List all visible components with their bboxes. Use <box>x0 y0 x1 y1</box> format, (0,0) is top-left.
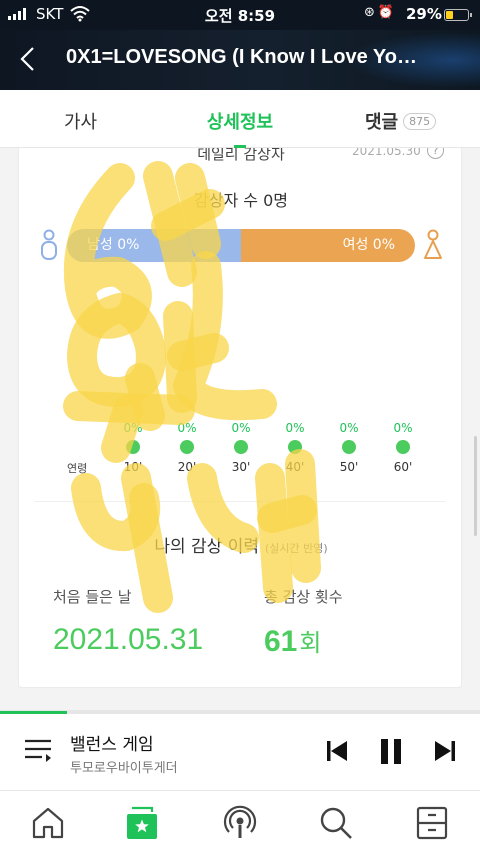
section-divider <box>35 501 445 502</box>
male-person-icon <box>41 229 57 260</box>
total-plays-count: 61 <box>264 625 298 658</box>
female-person-icon <box>424 229 442 259</box>
storage-icon[interactable] <box>124 805 160 841</box>
first-listen-label: 처음 들은 날 <box>53 588 132 606</box>
age-tick-label: 60' <box>393 460 413 474</box>
total-plays-value: 61회 <box>264 623 321 659</box>
home-icon[interactable] <box>30 805 66 841</box>
history-heading: 나의 감상 이력 (실시간 반영) <box>19 532 463 557</box>
song-header: 0X1=LOVESONG (I Know I Love You) feat. S… <box>0 30 480 90</box>
podcast-icon[interactable] <box>222 805 258 841</box>
age-value-label: 0% <box>231 421 251 435</box>
skip-previous-icon[interactable] <box>322 737 352 765</box>
tab-details-label: 상세정보 <box>206 112 274 133</box>
song-title-header: 0X1=LOVESONG (I Know I Love You) feat. S… <box>66 46 426 68</box>
status-bar: SKT 오전 8:59 ⊛⏰ 29% <box>0 0 480 30</box>
stats-date: 2021.05.30 <box>352 148 421 158</box>
now-playing-title[interactable]: 밸런스 게임 <box>70 730 154 755</box>
age-data-point <box>288 440 302 454</box>
gender-ratio-bar: 남성 0% 여성 0% <box>67 229 415 262</box>
detail-tabs: 가사 상세정보 댓글 875 <box>0 90 480 148</box>
battery-percent: 29% <box>406 5 442 23</box>
total-plays-label: 총 감상 횟수 <box>264 588 343 606</box>
age-tick-label: 30' <box>231 460 251 474</box>
age-tick-label: 10' <box>123 460 143 474</box>
age-column: 0% 40' <box>275 421 315 474</box>
age-column: 0% 30' <box>221 421 261 474</box>
male-ratio: 남성 0% <box>67 229 241 262</box>
age-tick-label: 50' <box>339 460 359 474</box>
listener-count: 감상자 수 0명 <box>194 191 288 210</box>
mini-player[interactable]: 밸런스 게임 투모로우바이투게더 <box>0 710 480 790</box>
listener-card: 데일리 감상자 2021.05.30 ? 감상자 수 0명 남성 0% 여성 0… <box>18 148 462 688</box>
female-ratio: 여성 0% <box>241 229 415 262</box>
playlist-icon[interactable] <box>24 737 52 763</box>
age-column: 0% 50' <box>329 421 369 474</box>
tab-comments-label: 댓글 <box>365 112 399 133</box>
details-content[interactable]: 데일리 감상자 2021.05.30 ? 감상자 수 0명 남성 0% 여성 0… <box>0 148 480 710</box>
comments-count-badge: 875 <box>403 113 437 130</box>
age-value-label: 0% <box>177 421 197 435</box>
now-playing-artist[interactable]: 투모로우바이투게더 <box>70 757 178 776</box>
tab-comments[interactable]: 댓글 875 <box>365 108 437 134</box>
age-data-point <box>234 440 248 454</box>
age-tick-label: 20' <box>177 460 197 474</box>
drawer-icon[interactable] <box>414 805 450 841</box>
age-column: 0% 60' <box>383 421 423 474</box>
orientation-lock-icon: ⊛⏰ <box>364 5 398 20</box>
age-data-point <box>342 440 356 454</box>
history-title: 나의 감상 이력 <box>154 537 259 557</box>
age-data-point <box>180 440 194 454</box>
total-plays-unit: 회 <box>299 630 322 657</box>
age-data-point <box>126 440 140 454</box>
first-listen-date: 2021.05.31 <box>53 623 204 656</box>
bottom-nav <box>0 790 480 854</box>
age-data-point <box>396 440 410 454</box>
age-value-label: 0% <box>285 421 305 435</box>
age-axis-label: 연령 <box>67 462 88 475</box>
playback-progress-bar[interactable] <box>0 711 480 714</box>
age-tick-label: 40' <box>285 460 305 474</box>
pause-icon[interactable] <box>376 737 406 765</box>
age-value-label: 0% <box>123 421 143 435</box>
age-value-label: 0% <box>393 421 413 435</box>
skip-next-icon[interactable] <box>430 737 460 765</box>
search-icon[interactable] <box>318 805 354 841</box>
back-button[interactable] <box>14 44 44 74</box>
battery-icon <box>444 9 472 21</box>
age-column: 0% 20' <box>167 421 207 474</box>
age-value-label: 0% <box>339 421 359 435</box>
age-column: 0% 10' <box>113 421 153 474</box>
scrollbar[interactable] <box>474 436 477 536</box>
age-distribution-chart: 연령 0% 10' 0% 20' 0% 30' 0% 40' 0% 50' 0% 60' <box>63 421 443 481</box>
realtime-note: (실시간 반영) <box>264 542 328 555</box>
